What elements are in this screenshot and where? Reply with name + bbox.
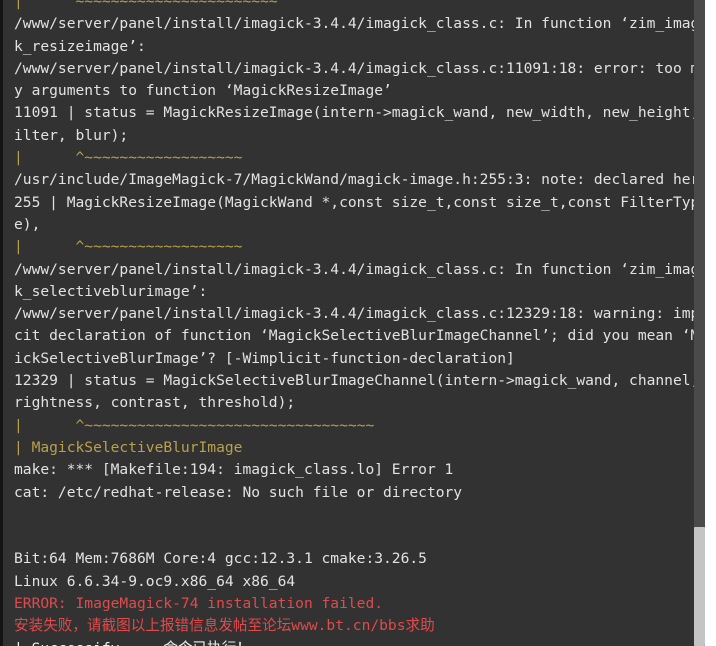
console-line: /www/server/panel/install/imagick-3.4.4/…: [14, 260, 694, 278]
terminal-output-window: | ^~~~~~~~~~~~~~~~~~~~~~~~ /www/server/pa…: [0, 0, 716, 646]
console-line: e),: [14, 215, 41, 233]
console-line: ickSelectiveBlurImage’? [-Wimplicit-func…: [14, 349, 515, 367]
console-output-pane[interactable]: | ^~~~~~~~~~~~~~~~~~~~~~~~ /www/server/pa…: [3, 0, 694, 646]
console-line: 12329 | status = MagickSelectiveBlurImag…: [14, 372, 694, 390]
console-line: make: *** [Makefile:194: imagick_class.l…: [14, 461, 454, 479]
console-line: y arguments to function ‘MagickResizeIma…: [14, 82, 392, 100]
console-line: /www/server/panel/install/imagick-3.4.4/…: [14, 305, 694, 323]
console-line: /usr/include/ImageMagick-7/MagickWand/ma…: [14, 171, 694, 189]
console-line: ERROR: ImageMagick-74 installation faile…: [14, 595, 384, 613]
console-line: 安装失败，请截图以上报错信息发帖至论坛www.bt.cn/bbs求助: [14, 617, 435, 635]
console-line: cit declaration of function ‘MagickSelec…: [14, 327, 694, 345]
console-line: 11091 | status = MagickResizeImage(inter…: [14, 104, 694, 122]
console-line: Linux 6.6.34-9.oc9.x86_64 x86_64: [14, 572, 296, 590]
scrollbar-thumb[interactable]: [694, 527, 705, 646]
console-line: |-Successify --- 命令已执行！ ---: [14, 638, 694, 646]
console-line: Bit:64 Mem:7686M Core:4 gcc:12.3.1 cmake…: [14, 550, 427, 568]
console-line: cat: /etc/redhat-release: No such file o…: [14, 483, 463, 501]
console-line: ilter, blur);: [14, 126, 129, 144]
console-line: rightness, contrast, threshold);: [14, 394, 296, 412]
console-line: 255 | MagickResizeImage(MagickWand *,con…: [14, 193, 694, 211]
console-line: /www/server/panel/install/imagick-3.4.4/…: [14, 15, 694, 33]
console-line: | ^~~~~~~~~~~~~~~~~~~~~~~~~~~~~~~~~~: [14, 416, 375, 434]
console-line: | ^~~~~~~~~~~~~~~~~~~~~~~~: [14, 0, 278, 10]
right-margin: [705, 0, 716, 646]
console-line: k_selectiveblurimage’:: [14, 282, 208, 300]
console-line: | ^~~~~~~~~~~~~~~~~~~: [14, 238, 243, 256]
console-line-list: | ^~~~~~~~~~~~~~~~~~~~~~~~ /www/server/pa…: [3, 0, 694, 646]
console-line: | ^~~~~~~~~~~~~~~~~~~: [14, 149, 243, 167]
console-line: | MagickSelectiveBlurImage: [14, 438, 243, 456]
console-line: k_resizeimage’:: [14, 37, 146, 55]
console-line: /www/server/panel/install/imagick-3.4.4/…: [14, 59, 694, 77]
